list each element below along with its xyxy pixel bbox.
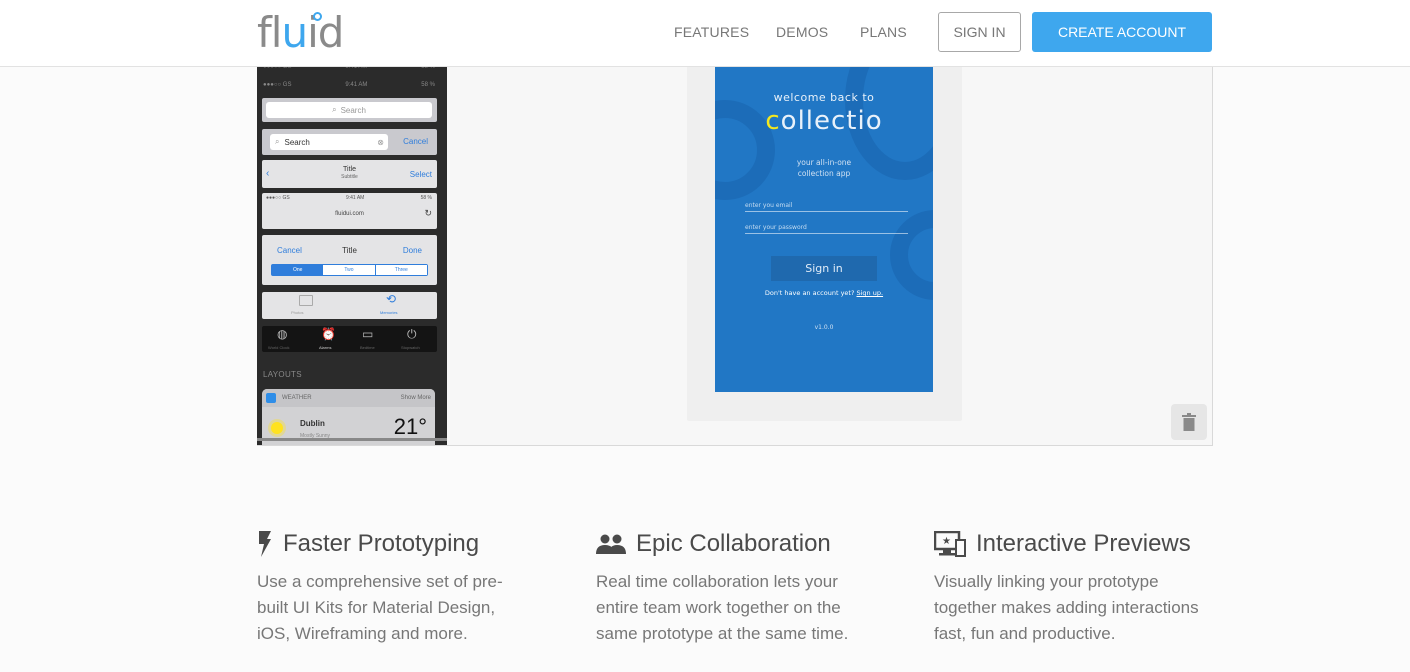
search-icon: ⌕ (332, 105, 337, 114)
segment-three[interactable]: Three (375, 265, 427, 275)
weather-widget[interactable]: WEATHER Show More Dublin Mostly Sunny 21… (262, 389, 435, 445)
alarm-icon: ⏰ (321, 327, 336, 341)
tagline-line-1: your all-in-one (796, 158, 852, 167)
tab-bedtime: Bedtime (360, 345, 375, 350)
tab-photos: Photos (291, 310, 304, 315)
feature-description: Visually linking your prototype together… (934, 572, 1199, 643)
select-link: Select (409, 170, 432, 179)
lightning-icon (257, 530, 273, 558)
site-header: fluid FEATURES DEMOS PLANS SIGN IN CREAT… (0, 0, 1410, 67)
clear-icon: ⊗ (377, 137, 384, 147)
logo-text-u: u (281, 8, 308, 57)
people-icon (596, 530, 626, 558)
signup-prompt: Don't have an account yet? Sign up. (715, 289, 933, 297)
sun-icon (271, 422, 283, 434)
nav-features[interactable]: FEATURES (674, 24, 749, 40)
memories-icon: ⟲ (386, 292, 397, 306)
feature-title: Epic Collaboration (636, 530, 831, 557)
segment-two[interactable]: Two (323, 265, 376, 275)
password-field[interactable]: enter your password (745, 224, 908, 234)
nav-demos[interactable]: DEMOS (776, 24, 828, 40)
search-bar-active-component[interactable]: ⌕ Search ⊗ Cancel (262, 129, 437, 155)
modal-header-component[interactable]: Cancel Title Done One Two Three (262, 235, 437, 285)
delete-button[interactable] (1171, 404, 1207, 440)
status-bar-2: ●●●○○ GS 9:41 AM 58 % (263, 82, 435, 92)
search-field-active[interactable]: ⌕ Search ⊗ (270, 134, 388, 150)
cancel-link[interactable]: Cancel (403, 137, 428, 146)
stopwatch-icon: ⏻ (407, 327, 417, 341)
feature-faster-prototyping: Faster Prototyping Use a comprehensive s… (257, 528, 557, 647)
welcome-text: welcome back to (773, 91, 875, 104)
status-bar: ●●●○○ GS 9:41 AM 58 % (266, 195, 432, 201)
battery: 58 % (421, 82, 435, 88)
layouts-label: LAYOUTS (263, 370, 302, 379)
weather-app-icon (266, 393, 276, 403)
status-time: 9:41 AM (345, 195, 365, 201)
search-field[interactable]: ⌕ Search (266, 102, 432, 118)
email-field[interactable]: enter you email (745, 202, 908, 212)
feature-heading: ★ Interactive Previews (934, 528, 1234, 560)
nav-bar-component[interactable]: ‹ Title Subtitle Select (262, 160, 437, 188)
globe-icon: ◍ (277, 327, 288, 341)
url-text: fluidui.com (335, 211, 364, 217)
logo-dot (313, 12, 322, 21)
no-account-text: Don't have an account yet? (764, 289, 855, 297)
reload-icon: ↻ (424, 208, 432, 218)
logo-text-fl: fl (257, 8, 282, 57)
carrier: ●●●○○ GS (266, 195, 290, 201)
temperature: 21° (393, 414, 427, 439)
search-icon: ⌕ (275, 137, 280, 146)
tab-alarms: Alarms (319, 345, 332, 350)
search-value: Search (284, 137, 310, 147)
weather-widget-header: WEATHER Show More (262, 389, 435, 407)
feature-interactive-previews: ★ Interactive Previews Visually linking … (934, 528, 1234, 647)
modal-done: Done (402, 246, 422, 255)
feature-epic-collaboration: Epic Collaboration Real time collaborati… (596, 528, 896, 647)
show-more-link: Show More (400, 395, 431, 401)
feature-title: Interactive Previews (976, 530, 1191, 557)
search-placeholder: Search (340, 105, 366, 115)
tab-stopwatch: Stopwatch (401, 345, 420, 350)
create-account-button[interactable]: CREATE ACCOUNT (1032, 12, 1212, 52)
tagline-line-2: collection app (797, 169, 851, 178)
bed-icon: ▭ (362, 327, 374, 341)
weather-title: WEATHER (282, 395, 312, 401)
strip-scrollbar[interactable] (257, 438, 447, 441)
carrier: ●●●○○ GS (263, 82, 292, 88)
brand-title: collectio (715, 106, 933, 136)
city-name: Dublin (300, 419, 325, 428)
svg-text:★: ★ (942, 536, 951, 547)
sign-in-button[interactable]: SIGN IN (938, 12, 1021, 52)
brand-first-letter: c (765, 106, 781, 136)
brand-rest: ollectio (780, 106, 883, 136)
clock-tab-bar[interactable]: ◍ ⏰ ▭ ⏻ World Clock Alarms Bedtime Stopw… (262, 326, 437, 352)
feature-description: Use a comprehensive set of pre-built UI … (257, 572, 503, 643)
feature-heading: Faster Prototyping (257, 528, 557, 560)
sign-up-link[interactable]: Sign up. (857, 289, 884, 297)
feature-title: Faster Prototyping (283, 530, 480, 557)
segment-one[interactable]: One (272, 265, 324, 275)
search-bar-component[interactable]: ⌕ Search (262, 98, 437, 122)
tab-world-clock: World Clock (268, 345, 290, 350)
ios-ui-kit-panel[interactable]: ●●●○○ GS 9:41 AM 58 % ●●●○○ GS 9:41 AM 5… (257, 40, 447, 445)
photos-tab-bar[interactable]: Photos ⟲ Memories (262, 292, 437, 319)
battery: 58 % (420, 195, 432, 201)
status-time: 9:41 AM (345, 82, 368, 88)
fluid-logo[interactable]: fluid (257, 8, 344, 57)
segmented-control[interactable]: One Two Three (271, 264, 428, 276)
tab-memories: Memories (380, 310, 398, 315)
feature-description: Real time collaboration lets your entire… (596, 572, 849, 643)
feature-heading: Epic Collaboration (596, 528, 896, 560)
photos-icon (299, 295, 313, 306)
devices-icon: ★ (934, 530, 966, 558)
phone-sign-in-button[interactable]: Sign in (771, 256, 877, 281)
version-text: v1.0.0 (814, 324, 834, 331)
login-screen-preview[interactable]: welcome back to collectio your all-in-on… (715, 60, 933, 392)
trash-icon (1182, 413, 1196, 431)
nav-plans[interactable]: PLANS (860, 24, 907, 40)
browser-bar-component[interactable]: ●●●○○ GS 9:41 AM 58 % fluidui.com ↻ (262, 193, 437, 229)
